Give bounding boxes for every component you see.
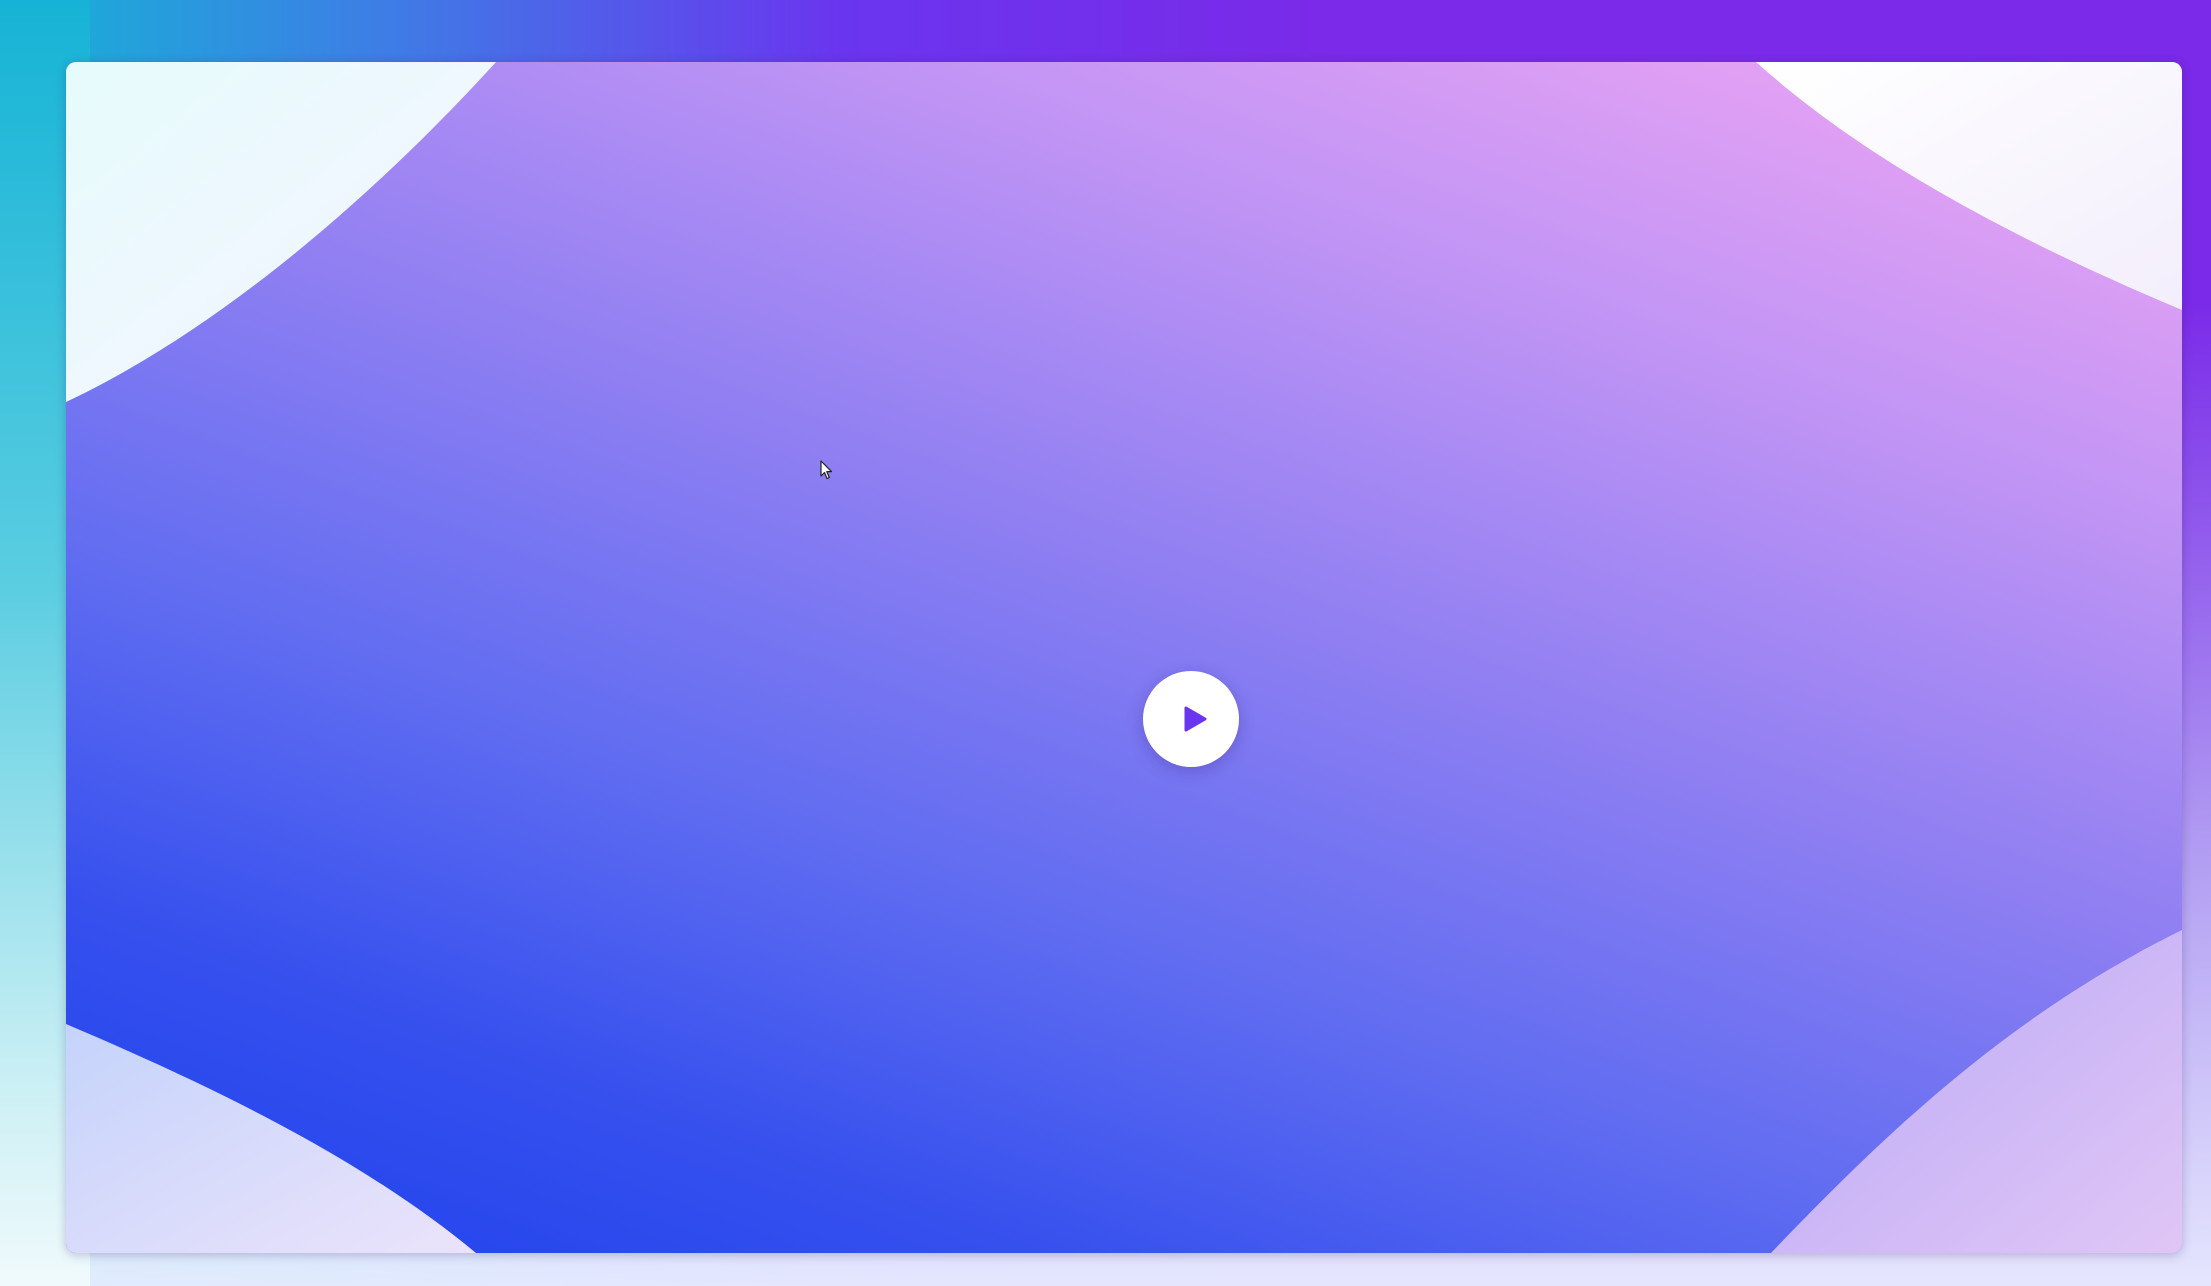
mouse-cursor-icon [820, 460, 833, 480]
play-button[interactable] [1143, 671, 1239, 767]
play-icon [1184, 706, 1207, 732]
poster-corner-bottom-right [1771, 930, 2182, 1253]
poster-corner-top-right [1756, 62, 2182, 310]
video-player[interactable] [66, 62, 2182, 1253]
poster-corner-top-left [66, 62, 496, 402]
video-poster-shapes [66, 62, 2182, 1253]
poster-corner-bottom-left [66, 1024, 476, 1253]
